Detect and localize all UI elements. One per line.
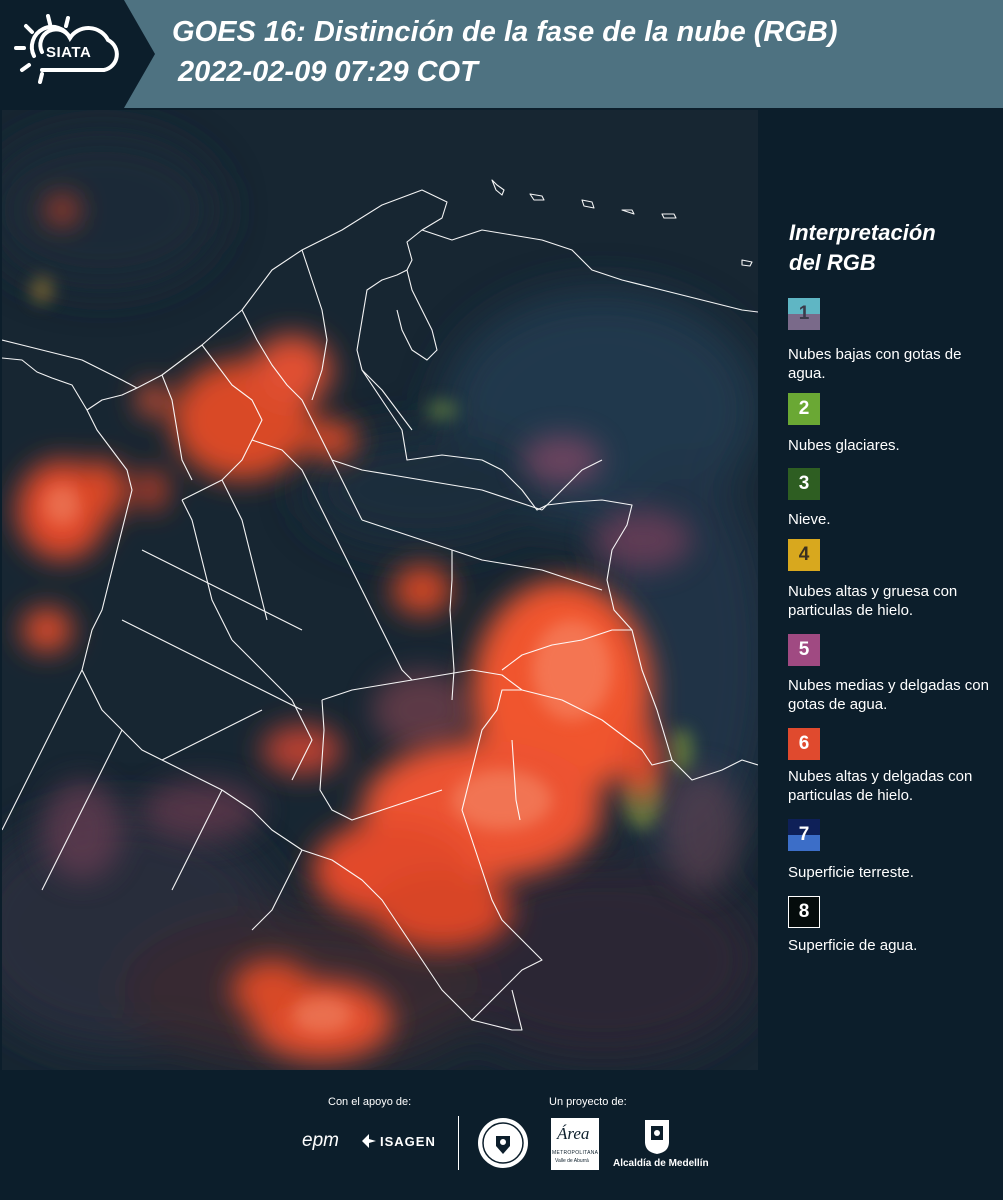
header-bar: SIATA GOES 16: Distinción de la fase de … [0, 0, 1003, 108]
legend-label-1: Nubes bajas con gotas de agua. [788, 346, 962, 382]
legend-swatch-8: 8 [788, 896, 820, 928]
area-logo-sub: METROPOLITANA [552, 1150, 599, 1156]
legend-swatch-7: 7 [788, 819, 820, 851]
legend-number: 1 [798, 303, 810, 324]
legend-swatch-4: 4 [788, 539, 820, 571]
legend-swatch-6: 6 [788, 728, 820, 760]
isagen-logo[interactable]: ISAGEN [380, 1134, 436, 1149]
medellin-shield-icon [645, 1120, 669, 1154]
legend-number: 3 [798, 473, 810, 494]
siata-logo[interactable]: SIATA [0, 0, 155, 108]
support-caption: Con el apoyo de: [328, 1096, 412, 1108]
epm-logo[interactable]: epm [302, 1130, 339, 1152]
area-metropolitana-logo[interactable]: Área METROPOLITANA Valle de Aburrá [551, 1118, 599, 1170]
legend-swatch-2: 2 [788, 393, 820, 425]
satellite-map[interactable] [2, 110, 758, 1070]
alcaldia-logo[interactable]: Alcaldía de Medellín [613, 1158, 709, 1169]
legend-number: 7 [798, 824, 810, 845]
legend-label-7: Superficie terreste. [788, 864, 914, 881]
legend-swatch-3: 3 [788, 468, 820, 500]
legend-title-line1: Interpretación [789, 220, 936, 245]
footer-divider [458, 1116, 459, 1170]
project-caption: Un proyecto de: [549, 1096, 627, 1108]
satellite-rgb-image [2, 110, 758, 1070]
legend-panel: Interpretación del RGB 1 Nubes bajas con… [760, 110, 1003, 1070]
page-subtitle: 2022-02-09 07:29 COT [178, 56, 478, 88]
legend-label-3: Nieve. [788, 511, 831, 528]
isagen-mark-icon [362, 1134, 376, 1148]
university-seal-icon[interactable] [476, 1116, 530, 1170]
area-logo-sub2: Valle de Aburrá [555, 1158, 589, 1164]
legend-number: 5 [798, 639, 810, 660]
legend-swatch-1: 1 [788, 298, 820, 330]
page-title: GOES 16: Distinción de la fase de la nub… [172, 16, 838, 48]
area-logo-title: Área [557, 1124, 590, 1143]
legend-number: 6 [798, 733, 810, 754]
legend-swatch-5: 5 [788, 634, 820, 666]
legend-title-line2: del RGB [789, 250, 876, 275]
legend-label-6: Nubes altas y delgadas con particulas de… [788, 768, 973, 804]
footer: Con el apoyo de: Un proyecto de: epm ISA… [0, 1070, 1003, 1200]
legend-title: Interpretación del RGB [789, 218, 989, 278]
legend-number: 8 [798, 901, 810, 922]
legend-number: 4 [798, 544, 810, 565]
legend-number: 2 [798, 398, 810, 419]
legend-label-8: Superficie de agua. [788, 937, 918, 954]
legend-label-4: Nubes altas y gruesa con particulas de h… [788, 583, 958, 619]
legend-label-5: Nubes medias y delgadas con gotas de agu… [788, 677, 989, 713]
logo-text: SIATA [46, 44, 92, 61]
legend-label-2: Nubes glaciares. [788, 437, 900, 454]
